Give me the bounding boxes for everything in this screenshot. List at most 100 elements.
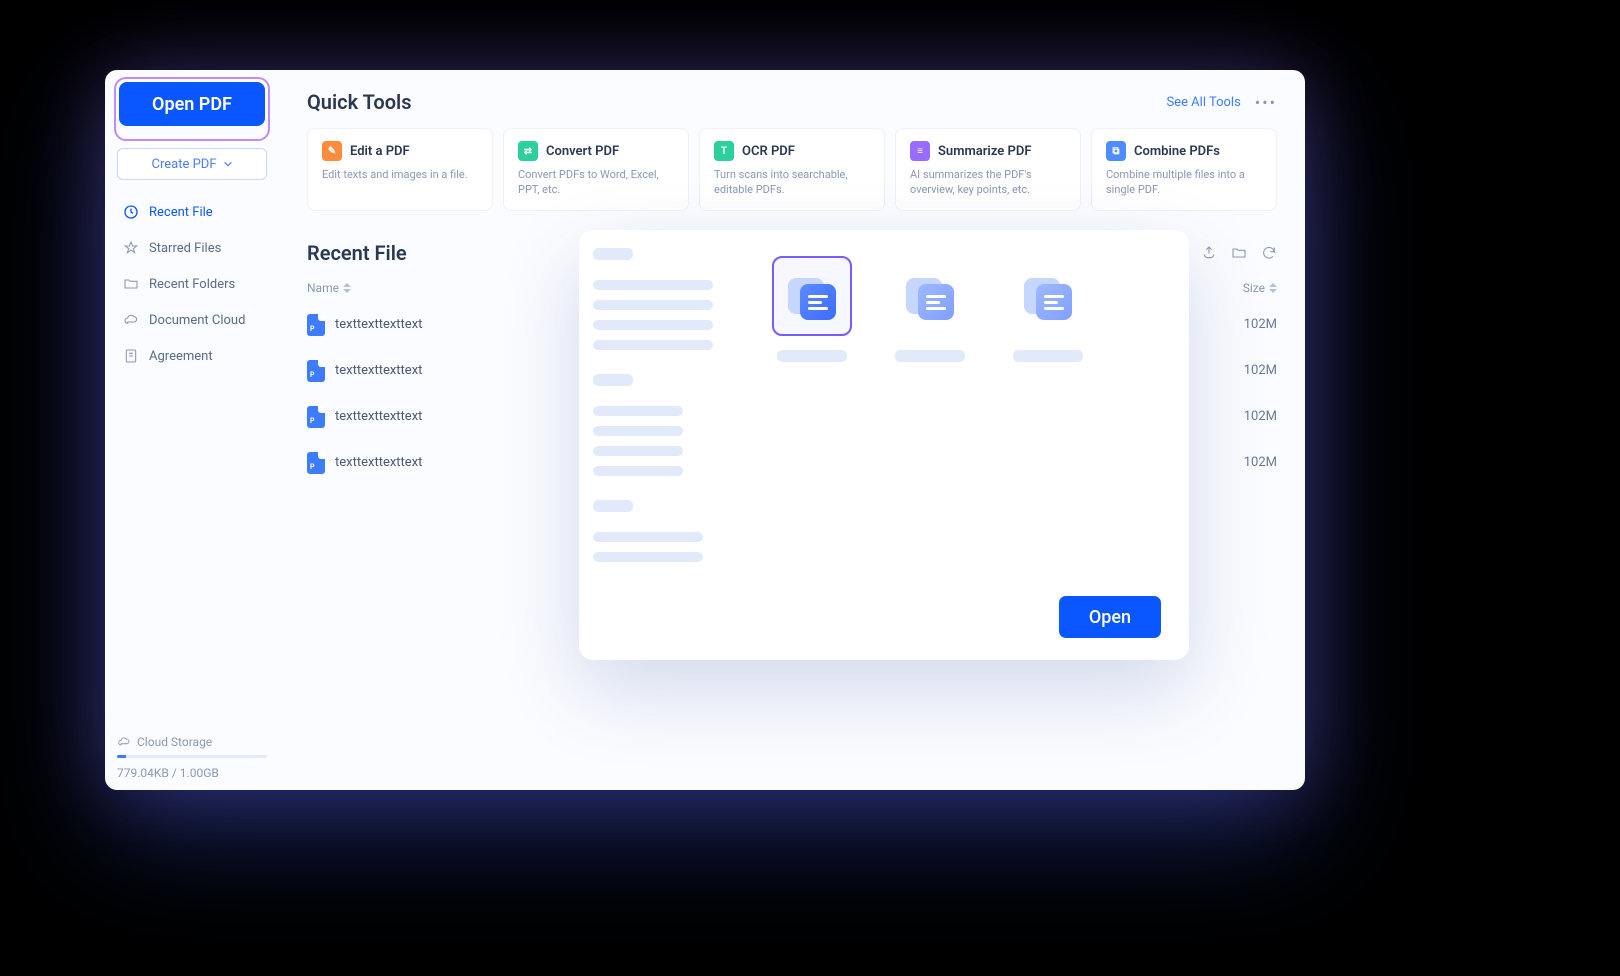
folder-icon[interactable] xyxy=(1231,245,1247,261)
skeleton-line xyxy=(593,426,683,436)
sort-icon xyxy=(343,283,351,293)
skeleton-line xyxy=(593,300,713,310)
file-name: texttexttexttext xyxy=(335,317,422,332)
file-name: texttexttexttext xyxy=(335,363,422,378)
convert-icon: ⇄ xyxy=(518,141,538,161)
skeleton-line xyxy=(593,500,633,512)
pdf-file-icon: P xyxy=(307,406,325,428)
pdf-file-icon: P xyxy=(307,452,325,474)
open-pdf-button[interactable]: Open PDF xyxy=(119,82,265,126)
tool-combine-pdfs[interactable]: ⧉ Combine PDFs Combine multiple files int… xyxy=(1091,128,1277,211)
summarize-icon: ≡ xyxy=(910,141,930,161)
document-icon xyxy=(123,348,139,364)
tool-desc: AI summarizes the PDF's overview, key po… xyxy=(910,167,1066,198)
folder-icon xyxy=(123,276,139,292)
tool-title: Summarize PDF xyxy=(938,144,1031,159)
nav-starred-files[interactable]: Starred Files xyxy=(117,232,267,264)
dialog-open-button[interactable]: Open xyxy=(1059,596,1161,638)
skeleton-line xyxy=(895,350,965,362)
skeleton-line xyxy=(593,320,713,330)
nav-agreement[interactable]: Agreement xyxy=(117,340,267,372)
file-size: 102M xyxy=(1244,363,1277,378)
tool-title: Combine PDFs xyxy=(1134,144,1220,159)
file-size: 102M xyxy=(1244,455,1277,470)
document-icon xyxy=(1024,272,1072,320)
skeleton-line xyxy=(593,466,683,476)
open-dialog: Open xyxy=(579,230,1189,660)
tool-title: Convert PDF xyxy=(546,144,619,159)
nav-label: Agreement xyxy=(149,349,213,364)
nav-label: Starred Files xyxy=(149,241,221,256)
nav-label: Recent File xyxy=(149,205,213,220)
nav-recent-folders[interactable]: Recent Folders xyxy=(117,268,267,300)
skeleton-line xyxy=(593,446,683,456)
tool-desc: Combine multiple files into a single PDF… xyxy=(1106,167,1262,198)
sidebar: Open PDF Create PDF Recent File Starred … xyxy=(105,70,279,790)
chevron-down-icon xyxy=(223,159,233,169)
document-icon xyxy=(906,272,954,320)
tool-summarize-pdf[interactable]: ≡ Summarize PDF AI summarizes the PDF's o… xyxy=(895,128,1081,211)
column-name[interactable]: Name xyxy=(307,281,351,295)
file-size: 102M xyxy=(1244,409,1277,424)
file-name: texttexttexttext xyxy=(335,455,422,470)
nav-label: Recent Folders xyxy=(149,277,235,292)
tool-convert-pdf[interactable]: ⇄ Convert PDF Convert PDFs to Word, Excel… xyxy=(503,128,689,211)
skeleton-line xyxy=(593,374,633,386)
app-window: Open PDF Create PDF Recent File Starred … xyxy=(105,70,1305,790)
more-icon[interactable]: ••• xyxy=(1255,93,1277,112)
main-content: Quick Tools See All Tools ••• ✎ Edit a PD… xyxy=(279,70,1305,790)
skeleton-line xyxy=(593,248,633,260)
dialog-body: Open xyxy=(737,230,1189,660)
create-pdf-label: Create PDF xyxy=(152,157,217,172)
refresh-icon[interactable] xyxy=(1261,245,1277,261)
column-size[interactable]: Size xyxy=(1243,281,1277,295)
pdf-file-icon: P xyxy=(307,360,325,382)
pdf-file-icon: P xyxy=(307,314,325,336)
skeleton-line xyxy=(777,350,847,362)
sidebar-nav: Recent File Starred Files Recent Folders… xyxy=(117,196,267,372)
file-thumb[interactable] xyxy=(1003,256,1093,362)
skeleton-line xyxy=(593,406,683,416)
tool-desc: Turn scans into searchable, editable PDF… xyxy=(714,167,870,198)
file-name: texttexttexttext xyxy=(335,409,422,424)
skeleton-line xyxy=(1013,350,1083,362)
file-thumb[interactable] xyxy=(885,256,975,362)
document-icon xyxy=(788,272,836,320)
ocr-icon: T xyxy=(714,141,734,161)
open-pdf-highlight: Open PDF xyxy=(114,77,270,141)
quick-tools-heading: Quick Tools xyxy=(307,90,412,114)
nav-recent-file[interactable]: Recent File xyxy=(117,196,267,228)
dialog-sidebar xyxy=(579,230,737,660)
sort-icon xyxy=(1269,283,1277,293)
nav-label: Document Cloud xyxy=(149,313,245,328)
cloud-icon xyxy=(117,735,131,749)
skeleton-line xyxy=(593,552,703,562)
tool-desc: Edit texts and images in a file. xyxy=(322,167,478,182)
skeleton-line xyxy=(593,532,703,542)
file-thumbnails xyxy=(767,256,1159,362)
file-size: 102M xyxy=(1244,317,1277,332)
recent-file-heading: Recent File xyxy=(307,241,407,265)
cloud-icon xyxy=(123,312,139,328)
cloud-storage-label: Cloud Storage xyxy=(137,735,212,749)
skeleton-line xyxy=(593,340,713,350)
tool-desc: Convert PDFs to Word, Excel, PPT, etc. xyxy=(518,167,674,198)
create-pdf-button[interactable]: Create PDF xyxy=(117,148,267,180)
storage-bar xyxy=(117,755,267,758)
star-icon xyxy=(123,240,139,256)
tool-edit-pdf[interactable]: ✎ Edit a PDF Edit texts and images in a f… xyxy=(307,128,493,211)
clock-icon xyxy=(123,204,139,220)
file-thumb-selected[interactable] xyxy=(767,256,857,362)
nav-document-cloud[interactable]: Document Cloud xyxy=(117,304,267,336)
sidebar-footer: Cloud Storage 779.04KB / 1.00GB xyxy=(117,735,267,780)
see-all-tools-link[interactable]: See All Tools xyxy=(1166,95,1240,110)
tool-ocr-pdf[interactable]: T OCR PDF Turn scans into searchable, edi… xyxy=(699,128,885,211)
tool-title: OCR PDF xyxy=(742,144,795,159)
tool-title: Edit a PDF xyxy=(350,144,410,159)
combine-icon: ⧉ xyxy=(1106,141,1126,161)
upload-icon[interactable] xyxy=(1201,245,1217,261)
skeleton-line xyxy=(593,280,713,290)
storage-used-text: 779.04KB / 1.00GB xyxy=(117,766,267,780)
quick-tools-row: ✎ Edit a PDF Edit texts and images in a f… xyxy=(307,128,1277,211)
edit-icon: ✎ xyxy=(322,141,342,161)
